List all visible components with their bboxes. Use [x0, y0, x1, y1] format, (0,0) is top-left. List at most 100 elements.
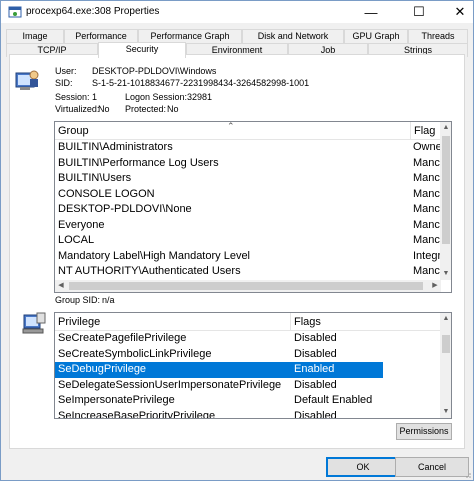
privilege-flags-cell: Default Enabled [294, 394, 373, 406]
privilege-flags-cell: Disabled [294, 409, 337, 419]
group-name-cell: BUILTIN\Users [58, 172, 132, 184]
scroll-down-icon[interactable]: ▼ [440, 268, 451, 280]
user-label: User: [55, 66, 77, 76]
group-flag-cell: Integr [413, 249, 441, 262]
privileges-scroll-thumb[interactable] [442, 335, 450, 353]
privilege-flags-cell: Enabled [294, 363, 335, 375]
privilege-row[interactable]: SeIncreaseBasePriorityPrivilege Disabled [55, 409, 383, 419]
maximize-button[interactable]: ☐ [404, 1, 434, 23]
user-computer-icon [15, 70, 39, 90]
user-value: DESKTOP-PDLDOVI\Windows [92, 66, 217, 76]
groups-hscroll-thumb[interactable] [69, 282, 423, 290]
group-row[interactable]: LOCAL Manc [55, 233, 441, 249]
group-row[interactable]: NT AUTHORITY\Authenticated Users Manc [55, 264, 441, 280]
group-row[interactable]: BUILTIN\Administrators Owne [55, 140, 441, 156]
tab-security[interactable]: Security [98, 42, 186, 58]
virtualized-label: Virtualized: [55, 104, 100, 114]
group-name-cell: Everyone [58, 218, 105, 231]
scroll-right-icon[interactable]: ▶ [429, 280, 441, 292]
group-flag-cell: Manc [413, 172, 440, 184]
scroll-up-icon[interactable]: ▲ [440, 313, 451, 325]
properties-window: procexp64.exe:308 Properties — ☐ ✕ Image… [0, 0, 474, 481]
protected-value: No [167, 104, 179, 114]
tab-disk-and-network[interactable]: Disk and Network [242, 29, 344, 43]
group-row[interactable]: DESKTOP-PDLDOVI\None Manc [55, 202, 441, 218]
tab-performance[interactable]: Performance [64, 29, 138, 43]
group-flag-cell: Manc [413, 187, 440, 200]
scroll-left-icon[interactable]: ◀ [55, 280, 67, 292]
group-flag-cell: Manc [413, 218, 440, 231]
privilege-computer-icon [22, 312, 46, 334]
tab-image[interactable]: Image [6, 29, 64, 43]
group-row[interactable]: CONSOLE LOGON Manc [55, 187, 441, 203]
group-flag-cell: Manc [413, 234, 440, 246]
close-button[interactable]: ✕ [445, 1, 474, 23]
permissions-button[interactable]: Permissions [396, 423, 452, 440]
title-bar[interactable]: procexp64.exe:308 Properties — ☐ ✕ [1, 1, 473, 23]
scroll-down-icon[interactable]: ▼ [440, 406, 451, 418]
group-column-header[interactable]: Group ⌃ [55, 122, 411, 140]
virtualized-value: No [98, 104, 110, 114]
process-explorer-icon [8, 6, 22, 18]
session-label: Session: [55, 92, 90, 102]
group-row[interactable]: BUILTIN\Performance Log Users Manc [55, 156, 441, 172]
privilege-row[interactable]: SeImpersonatePrivilege Default Enabled [55, 393, 383, 409]
privileges-vertical-scrollbar[interactable]: ▲ ▼ [440, 313, 451, 418]
group-name-cell: NT AUTHORITY\Authenticated Users [58, 265, 241, 277]
privileges-list[interactable]: Privilege Flags SeCreatePagefilePrivileg… [54, 312, 452, 419]
group-name-cell: Mandatory Label\High Mandatory Level [58, 249, 251, 262]
group-name-cell: CONSOLE LOGON [58, 187, 155, 200]
session-value: 1 [92, 92, 98, 102]
privileges-list-header: Privilege Flags [55, 313, 441, 331]
group-flag-cell: Manc [413, 265, 440, 277]
privilege-flags-cell: Disabled [294, 378, 337, 391]
protected-label: Protected: [125, 104, 167, 114]
privilege-column-header[interactable]: Privilege [55, 313, 291, 331]
privilege-name-cell: SeImpersonatePrivilege [58, 394, 175, 406]
group-flag-cell: Manc [413, 203, 440, 215]
flag-column-header[interactable]: Flag [411, 122, 441, 140]
logon-session-label: Logon Session: [125, 92, 188, 102]
tab-performance-graph[interactable]: Performance Graph [138, 29, 242, 43]
group-row[interactable]: Mandatory Label\High Mandatory Level Inte… [55, 249, 441, 265]
group-name-cell: BUILTIN\Performance Log Users [58, 156, 219, 169]
group-sid-value: n/a [102, 295, 115, 305]
tab-threads[interactable]: Threads [408, 29, 468, 43]
privilege-name-cell: SeIncreaseBasePriorityPrivilege [58, 409, 216, 419]
privilege-name-cell: SeCreateSymbolicLinkPrivilege [58, 347, 212, 360]
groups-horizontal-scrollbar[interactable]: ◀ ▶ [55, 280, 441, 292]
group-flag-cell: Manc [413, 156, 440, 169]
sid-value: S-1-5-21-1018834677-2231998434-326458299… [92, 78, 310, 88]
privilege-row[interactable]: SeDelegateSessionUserImpersonatePrivileg… [55, 378, 383, 394]
group-column-label: Group [58, 125, 89, 137]
group-flag-cell: Owne [413, 141, 441, 153]
group-row[interactable]: BUILTIN\Users Manc [55, 171, 441, 187]
scroll-up-icon[interactable]: ▲ [440, 122, 451, 134]
sid-label: SID: [55, 78, 73, 88]
group-name-cell: DESKTOP-PDLDOVI\None [58, 203, 192, 215]
tab-gpu-graph[interactable]: GPU Graph [344, 29, 408, 43]
ok-button[interactable]: OK [326, 457, 400, 477]
cancel-button[interactable]: Cancel [395, 457, 469, 477]
groups-list[interactable]: Group ⌃ Flag BUILTIN\Administrators Owne B… [54, 121, 452, 293]
flags-column-header[interactable]: Flags [291, 313, 441, 331]
minimize-button[interactable]: — [356, 1, 386, 23]
privilege-row[interactable]: SeCreateSymbolicLinkPrivilege Disabled [55, 347, 383, 363]
privilege-row[interactable]: SeCreatePagefilePrivilege Disabled [55, 331, 383, 347]
tab-row-1: Image Performance Performance Graph Disk… [6, 29, 468, 43]
group-row[interactable]: Everyone Manc [55, 218, 441, 234]
privilege-name-cell: SeDebugPrivilege [58, 363, 147, 375]
group-name-cell: BUILTIN\Administrators [58, 141, 173, 153]
group-name-cell: LOCAL [58, 234, 95, 246]
groups-list-header: Group ⌃ Flag [55, 122, 441, 140]
groups-vertical-scrollbar[interactable]: ▲ ▼ [440, 122, 451, 280]
groups-scroll-thumb[interactable] [442, 136, 450, 244]
group-sid-label: Group SID: [55, 295, 101, 305]
logon-session-value: 32981 [187, 92, 213, 102]
privilege-flags-cell: Disabled [294, 347, 337, 360]
privilege-row[interactable]: SeDebugPrivilege Enabled [55, 362, 383, 378]
privilege-name-cell: SeDelegateSessionUserImpersonatePrivileg… [58, 378, 282, 391]
privilege-flags-cell: Disabled [294, 332, 337, 344]
window-title: procexp64.exe:308 Properties [26, 6, 160, 17]
resize-grip-icon[interactable] [463, 470, 471, 478]
